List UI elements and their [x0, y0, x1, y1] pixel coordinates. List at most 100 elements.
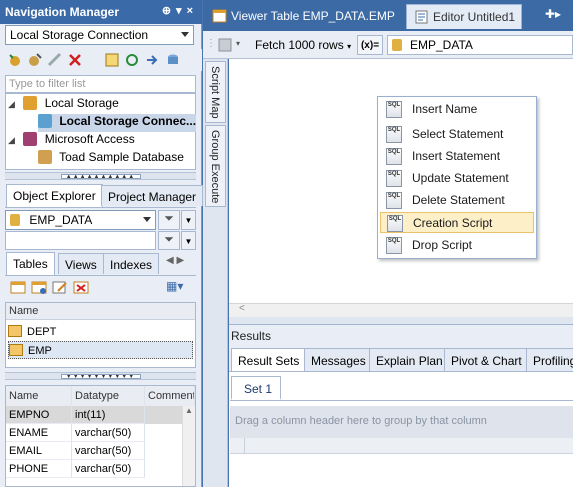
document-tab-bar: Viewer Table EMP_DATA.EMP Editor Untitle…: [203, 0, 573, 31]
access-key-icon: [23, 132, 38, 146]
menu-item-delete-statement[interactable]: SQL Delete Statement: [380, 190, 534, 211]
tab-views[interactable]: Views: [58, 253, 104, 274]
tab-script-map[interactable]: Script Map: [205, 61, 226, 123]
schema-select-value: EMP_DATA: [29, 213, 93, 227]
table-row[interactable]: EMP: [8, 341, 193, 359]
disconnect-icon[interactable]: [47, 52, 63, 68]
tab-messages[interactable]: Messages: [304, 348, 373, 371]
filter-dropdown-icon[interactable]: ▼: [181, 231, 196, 250]
database-icon: [392, 39, 402, 51]
sql-icon: SQL: [386, 170, 402, 187]
properties-icon[interactable]: [104, 52, 120, 68]
table-properties-icon[interactable]: [31, 279, 47, 295]
table-row[interactable]: PHONE varchar(50): [6, 460, 195, 478]
tab-group-execute[interactable]: Group Execute: [205, 125, 226, 207]
tree-collapse-icon[interactable]: ◢: [8, 99, 20, 110]
splitter-grip[interactable]: ▼▼▼▼▼▼▼▼▼▼: [60, 374, 141, 379]
filter-funnel-icon[interactable]: ⏷: [158, 231, 180, 250]
tab-pivot-chart[interactable]: Pivot & Chart: [444, 348, 529, 371]
edit-table-icon[interactable]: [52, 279, 68, 295]
menu-item-select-statement[interactable]: SQL Select Statement: [380, 124, 534, 145]
scroll-up-icon[interactable]: ▲: [183, 406, 195, 415]
sql-icon: SQL: [386, 101, 402, 118]
tables-column-header[interactable]: Name: [6, 303, 195, 320]
splitter[interactable]: ▼▼▼▼▼▼▼▼▼▼: [5, 372, 196, 380]
column-type-cell: varchar(50): [72, 442, 145, 460]
new-connection-icon[interactable]: [7, 52, 23, 68]
object-filter-input[interactable]: [5, 231, 156, 250]
column-name-cell: EMPNO: [6, 406, 72, 424]
tab-set-1[interactable]: Set 1: [231, 376, 281, 400]
menu-item-update-statement[interactable]: SQL Update Statement: [380, 168, 534, 189]
tab-project-manager[interactable]: Project Manager: [101, 185, 204, 206]
database-settings-icon[interactable]: [165, 52, 181, 68]
nav-window-buttons[interactable]: ⊕▾×: [162, 4, 198, 17]
tab-result-sets[interactable]: Result Sets: [231, 348, 307, 371]
tab-label: Views: [65, 258, 97, 272]
schema-selector[interactable]: EMP_DATA: [387, 35, 573, 55]
connection-select[interactable]: Local Storage Connection: [5, 25, 194, 45]
variables-button[interactable]: (x)=: [357, 35, 383, 55]
scroll-left-icon[interactable]: <: [239, 303, 245, 314]
filter-input[interactable]: Type to filter list: [5, 75, 196, 93]
table-row[interactable]: EMPNO int(11): [6, 406, 195, 424]
menu-item-drop-script[interactable]: SQL Drop Script: [380, 235, 534, 256]
vertical-scrollbar[interactable]: ▲: [182, 406, 195, 486]
horizontal-scrollbar[interactable]: <: [229, 303, 573, 317]
column-header-name[interactable]: Name: [6, 386, 72, 406]
fetch-rows-dropdown[interactable]: Fetch 1000 rows ▾: [255, 38, 351, 52]
splitter-grip[interactable]: ▲▲▲▲▲▲▲▲▲▲: [60, 174, 141, 179]
header-label: Name: [9, 305, 39, 317]
new-table-icon[interactable]: [10, 279, 26, 295]
table-row[interactable]: DEPT: [8, 323, 193, 340]
tab-label: Tables: [13, 257, 48, 271]
drop-table-icon[interactable]: [73, 279, 89, 295]
new-editor-icon[interactable]: ✚▸: [545, 7, 571, 25]
sql-icon: SQL: [386, 126, 402, 143]
tree-item-microsoft-access[interactable]: ◢ Microsoft Access: [8, 132, 135, 150]
tab-profiling[interactable]: Profiling: [526, 348, 573, 371]
splitter[interactable]: [229, 317, 573, 324]
tree-item-local-storage-connection[interactable]: Local Storage Connec...: [38, 114, 196, 132]
menu-item-label: Delete Statement: [412, 193, 505, 207]
database-storage-icon: [23, 96, 38, 110]
fetch-rows-label: Fetch 1000 rows: [255, 38, 344, 52]
chevron-down-icon[interactable]: ▾: [236, 39, 240, 48]
menu-item-insert-statement[interactable]: SQL Insert Statement: [380, 146, 534, 167]
menu-item-insert-name[interactable]: SQL Insert Name: [380, 99, 534, 120]
connect-icon[interactable]: [27, 52, 43, 68]
tab-scroll-arrows-icon[interactable]: ◀ ▶: [166, 255, 196, 266]
group-by-area[interactable]: Drag a column header here to group by th…: [230, 406, 573, 438]
menu-item-creation-script[interactable]: SQL Creation Script: [380, 212, 534, 233]
execute-icon[interactable]: [217, 37, 233, 53]
nav-title-bar: Navigation Manager ⊕▾×: [0, 0, 202, 24]
view-mode-icon[interactable]: ▦▾: [166, 279, 194, 297]
tab-label: Profiling: [533, 354, 573, 368]
filter-dropdown-icon[interactable]: ▼: [181, 210, 196, 230]
tab-explain-plan[interactable]: Explain Plan: [369, 348, 450, 371]
splitter[interactable]: ▲▲▲▲▲▲▲▲▲▲: [5, 172, 196, 180]
schema-select[interactable]: EMP_DATA: [5, 210, 156, 230]
tab-label: Explain Plan: [376, 354, 443, 368]
navigation-manager-panel: Navigation Manager ⊕▾× Local Storage Con…: [0, 0, 204, 487]
table-row[interactable]: EMAIL varchar(50): [6, 442, 195, 460]
import-icon[interactable]: [144, 52, 160, 68]
tree-item-toad-sample-database[interactable]: Toad Sample Database: [38, 150, 184, 168]
tree-item-local-storage[interactable]: ◢ Local Storage: [8, 96, 119, 114]
refresh-icon[interactable]: [124, 52, 140, 68]
tab-editor-untitled1[interactable]: Editor Untitled1: [406, 4, 523, 29]
tab-tables[interactable]: Tables: [6, 252, 55, 275]
column-header-comment[interactable]: Comment: [145, 386, 195, 406]
tab-label: Editor Untitled1: [433, 10, 516, 24]
tab-indexes[interactable]: Indexes: [103, 253, 160, 274]
column-header-datatype[interactable]: Datatype: [72, 386, 145, 406]
delete-connection-icon[interactable]: [67, 52, 83, 68]
editor-toolbar: ⋮ ▾ Fetch 1000 rows ▾ (x)= EMP_DATA: [203, 31, 573, 59]
tab-viewer-table[interactable]: Viewer Table EMP_DATA.EMP: [205, 4, 401, 29]
tab-object-explorer[interactable]: Object Explorer: [6, 184, 103, 207]
group-by-hint: Drag a column header here to group by th…: [235, 415, 487, 427]
column-type-cell: varchar(50): [72, 460, 145, 478]
tree-collapse-icon[interactable]: ◢: [8, 135, 20, 146]
table-row[interactable]: ENAME varchar(50): [6, 424, 195, 442]
filter-funnel-icon[interactable]: ⏷: [158, 210, 180, 230]
